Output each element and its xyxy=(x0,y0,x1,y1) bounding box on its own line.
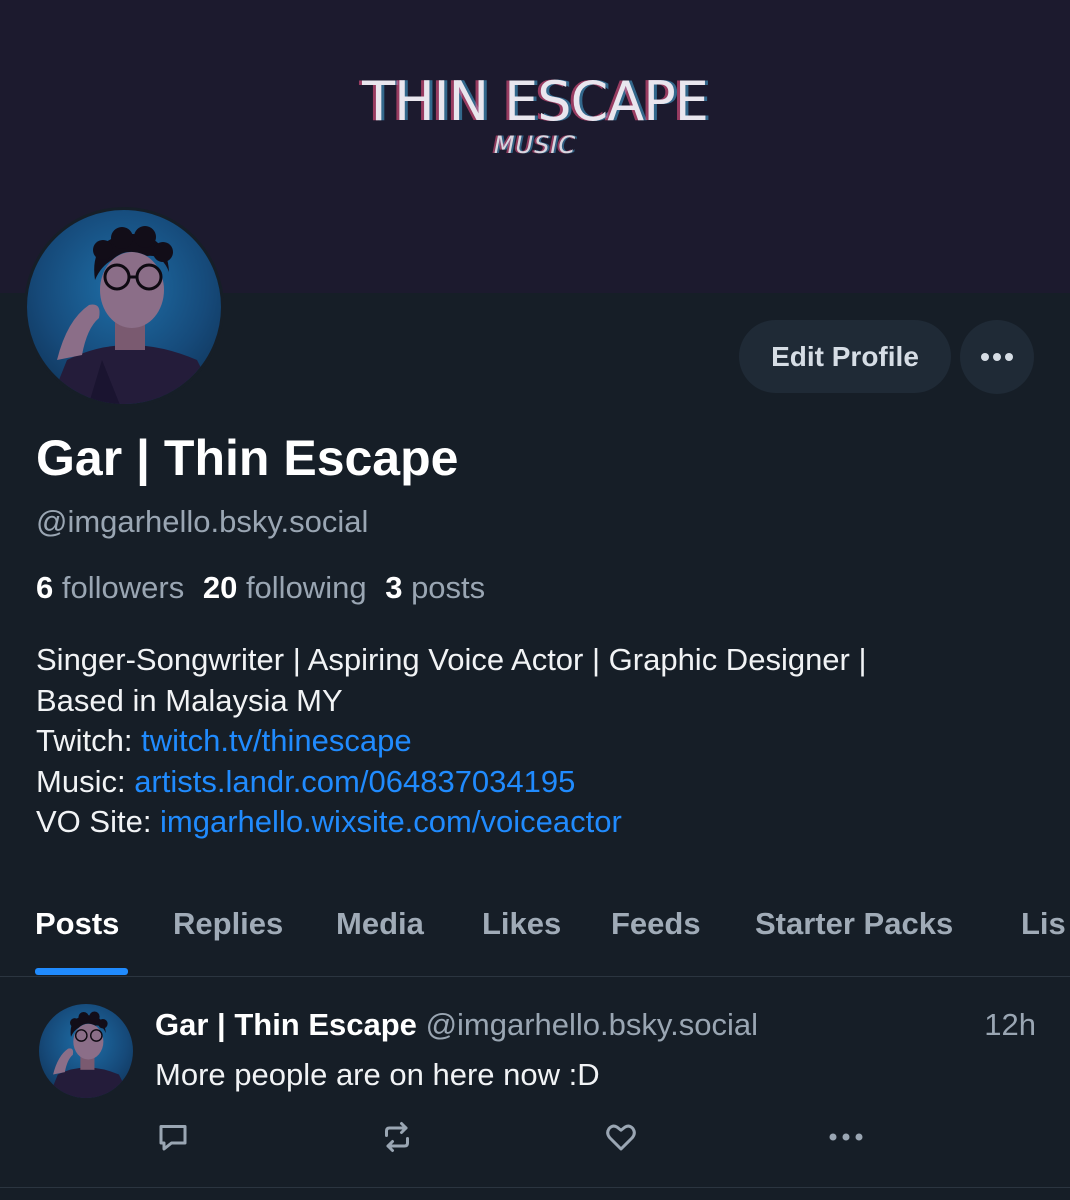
following-stat[interactable]: 20 following xyxy=(203,570,367,605)
post-author[interactable]: Gar | Thin Escape xyxy=(155,1007,417,1042)
tab-lists[interactable]: Lis xyxy=(1021,904,1066,944)
tab-starter-packs[interactable]: Starter Packs xyxy=(755,904,953,944)
twitch-label: Twitch: xyxy=(36,723,142,758)
profile-avatar[interactable] xyxy=(24,207,224,407)
tab-feeds[interactable]: Feeds xyxy=(611,904,701,944)
followers-label: followers xyxy=(61,570,185,605)
tab-posts[interactable]: Posts xyxy=(35,904,119,944)
profile-bio: Singer-Songwriter | Aspiring Voice Actor… xyxy=(36,640,1046,843)
bio-line: Based in Malaysia MY xyxy=(36,682,343,718)
post-text: More people are on here now :D xyxy=(155,1057,600,1092)
bio-vo-line: VO Site: imgarhello.wixsite.com/voiceact… xyxy=(36,802,1046,843)
reply-button[interactable] xyxy=(153,1117,193,1157)
posts-stat: 3 posts xyxy=(385,570,485,605)
profile-tabs: Posts Replies Media Likes Feeds Starter … xyxy=(0,880,1070,977)
repost-button[interactable] xyxy=(377,1117,417,1157)
active-tab-indicator xyxy=(35,968,128,975)
vo-label: VO Site: xyxy=(36,804,161,839)
tab-media[interactable]: Media xyxy=(336,904,424,944)
vo-site-link[interactable]: imgarhello.wixsite.com/voiceactor xyxy=(160,804,622,839)
repost-icon xyxy=(385,1122,409,1152)
profile-handle: @imgarhello.bsky.social xyxy=(36,504,369,539)
followers-count: 6 xyxy=(36,570,54,605)
profile-stats: 6 followers 20 following 3 posts xyxy=(36,568,485,608)
banner-subtitle: MUSIC xyxy=(493,131,577,159)
bio-line: Singer-Songwriter | Aspiring Voice Actor… xyxy=(36,642,867,677)
reply-icon xyxy=(159,1125,187,1151)
avatar-photo xyxy=(49,226,219,404)
edit-profile-button[interactable]: Edit Profile xyxy=(739,320,951,393)
bio-twitch-line: Twitch: twitch.tv/thinescape xyxy=(36,721,1046,762)
posts-count: 3 xyxy=(385,570,403,605)
post-handle[interactable]: @imgarhello.bsky.social xyxy=(426,1007,758,1042)
post-timestamp[interactable]: 12h xyxy=(984,1005,1036,1045)
post-item[interactable]: Gar | Thin Escape @imgarhello.bsky.socia… xyxy=(0,977,1070,1188)
tab-replies[interactable]: Replies xyxy=(173,904,283,944)
tab-likes[interactable]: Likes xyxy=(482,904,561,944)
display-name: Gar | Thin Escape xyxy=(36,430,459,486)
following-label: following xyxy=(245,570,367,605)
bio-music-line: Music: artists.landr.com/064837034195 xyxy=(36,762,1046,803)
music-label: Music: xyxy=(36,763,135,799)
followers-stat[interactable]: 6 followers xyxy=(36,570,184,605)
twitch-link[interactable]: twitch.tv/thinescape xyxy=(141,723,412,758)
profile-more-button[interactable] xyxy=(960,320,1034,394)
post-header: Gar | Thin Escape @imgarhello.bsky.socia… xyxy=(155,1005,758,1045)
banner-title: THIN ESCAPE xyxy=(362,70,709,133)
post-avatar[interactable] xyxy=(39,1004,133,1098)
ellipsis-icon xyxy=(981,353,1013,361)
avatar-photo xyxy=(48,1011,131,1098)
music-link[interactable]: artists.landr.com/064837034195 xyxy=(134,764,575,799)
post-more-button[interactable] xyxy=(826,1117,866,1157)
like-icon xyxy=(606,1124,636,1151)
like-button[interactable] xyxy=(601,1117,641,1157)
following-count: 20 xyxy=(202,570,238,605)
banner-logo: THIN ESCAPE MUSIC xyxy=(0,70,1070,159)
ellipsis-icon xyxy=(829,1133,863,1141)
posts-label: posts xyxy=(411,570,486,605)
